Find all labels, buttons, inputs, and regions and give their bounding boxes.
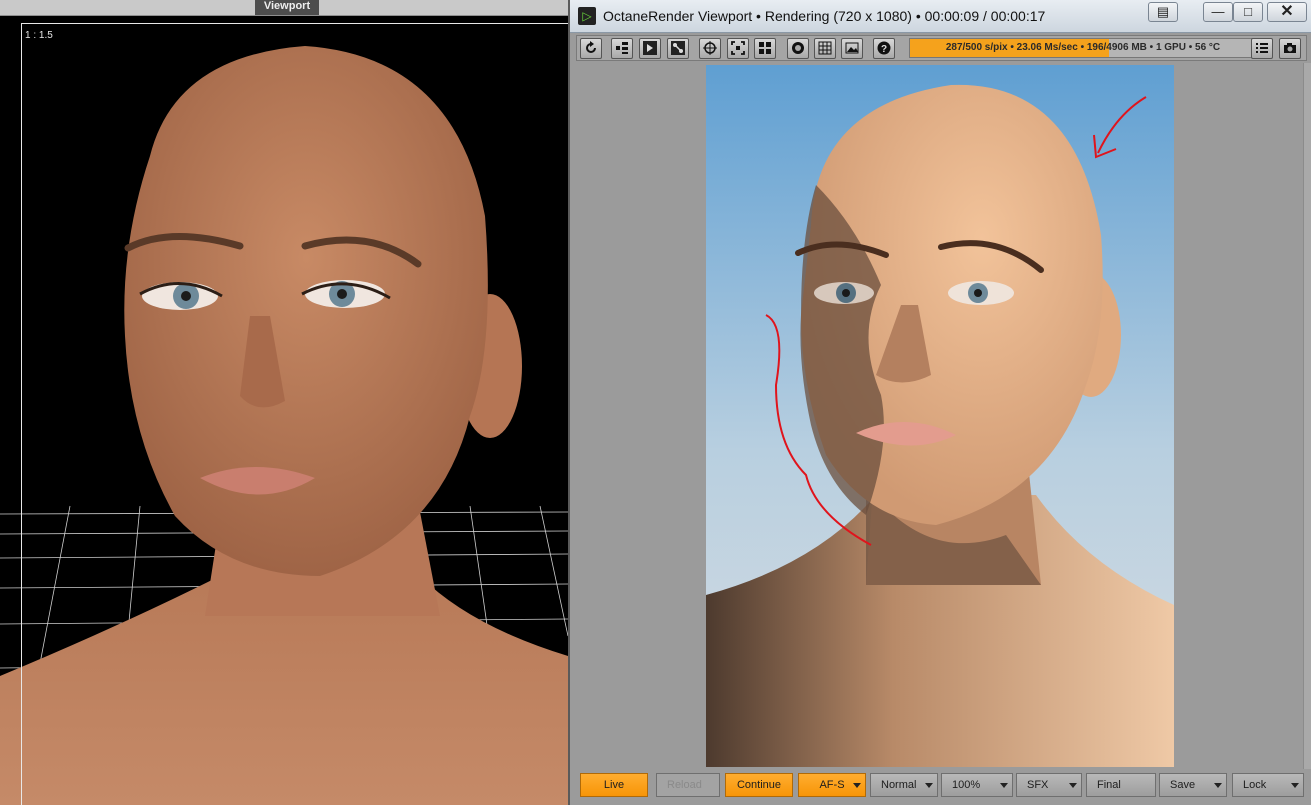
dropdown-caret-icon[interactable]	[853, 783, 861, 788]
button-label: Live	[603, 779, 625, 791]
close-icon[interactable]: ✕	[1267, 2, 1307, 22]
render-area-side-edge	[1303, 63, 1311, 769]
dropdown-caret-icon[interactable]	[1291, 783, 1299, 788]
viewport-header: Viewport	[0, 0, 568, 16]
button-label: Lock	[1243, 779, 1267, 791]
scene-tree-icon[interactable]	[611, 38, 633, 59]
focus-region-icon[interactable]	[727, 38, 749, 59]
button-label: Normal	[881, 779, 917, 791]
button-label: Final	[1097, 779, 1121, 791]
viewport-canvas[interactable]: 1 : 1.5	[0, 16, 568, 805]
final-button[interactable]: Final	[1086, 773, 1156, 797]
render-status-text: 287/500 s/pix • 23.06 Ms/sec • 196/4906 …	[945, 42, 1221, 53]
refresh-icon[interactable]	[580, 38, 602, 59]
sfx-button[interactable]: SFX	[1016, 773, 1082, 797]
dropdown-caret-icon[interactable]	[925, 783, 933, 788]
minimize-icon[interactable]: —	[1203, 2, 1233, 22]
dropdown-caret-icon[interactable]	[1069, 783, 1077, 788]
restore-icon[interactable]: ▤	[1148, 2, 1178, 22]
viewport-tab[interactable]: Viewport	[255, 0, 319, 15]
button-label: Continue	[736, 779, 782, 791]
grid-view-icon[interactable]	[754, 38, 776, 59]
reload-button: Reload	[656, 773, 720, 797]
nodes-icon[interactable]	[667, 38, 689, 59]
help-icon[interactable]: ?	[873, 38, 895, 59]
svg-text:?: ?	[881, 44, 887, 55]
button-label: Reload	[667, 779, 702, 791]
rendered-image	[706, 65, 1174, 767]
save-button[interactable]: Save	[1159, 773, 1227, 797]
100-button[interactable]: 100%	[941, 773, 1013, 797]
maximize-icon[interactable]: □	[1233, 2, 1263, 22]
aspect-ratio-label: 1 : 1.5	[25, 30, 53, 41]
window-titlebar[interactable]: ▷ OctaneRender Viewport • Rendering (720…	[570, 0, 1311, 33]
camera-frame-guide	[21, 23, 568, 805]
render-progress-bar: 287/500 s/pix • 23.06 Ms/sec • 196/4906 …	[909, 38, 1257, 58]
camera-icon[interactable]	[1279, 38, 1301, 59]
window-title: OctaneRender Viewport • Rendering (720 x…	[603, 8, 1046, 24]
region-grid-icon[interactable]	[814, 38, 836, 59]
image-icon[interactable]	[841, 38, 863, 59]
list-icon[interactable]	[1251, 38, 1273, 59]
octane-render-window: ▷ OctaneRender Viewport • Rendering (720…	[568, 0, 1311, 805]
render-bottom-bar: Live Reload Continue AF-S Normal 100% SFX Final…	[578, 771, 1311, 799]
rendered-portrait	[706, 65, 1174, 767]
button-label: 100%	[952, 779, 981, 791]
crosshair-icon[interactable]	[699, 38, 721, 59]
button-label: SFX	[1027, 779, 1049, 791]
dropdown-caret-icon[interactable]	[1214, 783, 1222, 788]
normal-button[interactable]: Normal	[870, 773, 938, 797]
dropdown-caret-icon[interactable]	[1000, 783, 1008, 788]
octane-app-icon: ▷	[578, 7, 596, 25]
render-canvas[interactable]	[570, 63, 1305, 769]
af-s-button[interactable]: AF-S	[798, 773, 866, 797]
continue-button[interactable]: Continue	[725, 773, 793, 797]
button-label: Save	[1170, 779, 1196, 791]
daz-viewport-pane: Viewport 1: 1.5	[0, 0, 568, 805]
lock-button[interactable]: Lock	[1232, 773, 1304, 797]
record-icon[interactable]	[787, 38, 809, 59]
live-button[interactable]: Live	[580, 773, 648, 797]
button-label: AF-S	[819, 779, 845, 791]
render-toolbar: ? 287/500 s/pix • 23.06 Ms/sec • 196/490…	[576, 35, 1307, 61]
viewport-icon[interactable]	[639, 38, 661, 59]
